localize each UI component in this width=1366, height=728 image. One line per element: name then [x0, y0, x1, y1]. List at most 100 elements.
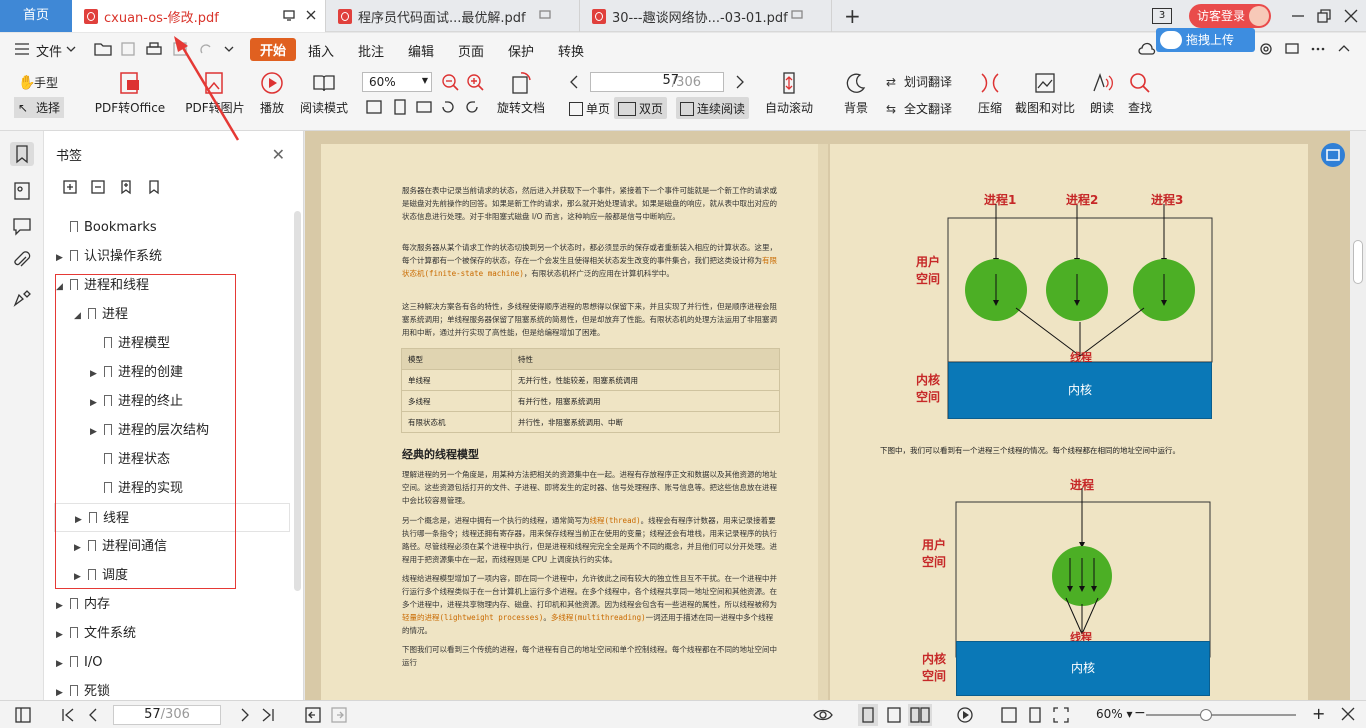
expand-arrow-icon[interactable]: ▶: [56, 592, 66, 621]
bookmark-item[interactable]: ▶ 文件系统: [44, 619, 136, 648]
menu-tab-page[interactable]: 页面: [458, 41, 484, 60]
more-chevron-icon[interactable]: [224, 45, 234, 53]
actual-size-icon[interactable]: [366, 99, 382, 115]
bookmark-panel-icon[interactable]: [10, 142, 34, 166]
play-button[interactable]: 播放: [254, 71, 290, 116]
expand-all-icon[interactable]: [62, 179, 78, 195]
home-tab[interactable]: 首页: [0, 0, 72, 32]
rotate-document-button[interactable]: 旋转文档: [496, 71, 546, 116]
compress-button[interactable]: 压缩: [975, 71, 1005, 116]
expand-arrow-icon[interactable]: ▶: [56, 621, 66, 650]
continuous-read-button[interactable]: 连续阅读: [676, 97, 750, 119]
menu-tab-protect[interactable]: 保护: [508, 41, 534, 60]
next-page-icon[interactable]: [734, 74, 746, 90]
zoom-select[interactable]: 60% ▼: [362, 72, 432, 92]
fullscreen-toggle-icon[interactable]: [1340, 706, 1356, 724]
menu-tab-start[interactable]: 开始: [250, 38, 297, 61]
full-screen-icon[interactable]: [1052, 706, 1070, 724]
document-view[interactable]: 服务器在表中记录当前请求的状态，然后进入并获取下一个事件，紧接着下一个事件可能就…: [305, 131, 1350, 700]
toggle-sidebar-icon[interactable]: [14, 706, 32, 724]
attachment-icon[interactable]: [10, 249, 34, 273]
page-number-input[interactable]: 57 /306: [590, 72, 724, 92]
scrollbar-thumb[interactable]: [1353, 240, 1363, 284]
thumbnail-icon[interactable]: [10, 179, 34, 203]
print-icon[interactable]: [145, 41, 163, 57]
doc-tab[interactable]: 30---趣谈网络协...-03-01.pdf: [580, 0, 832, 32]
zoom-slider-knob[interactable]: [1200, 709, 1212, 721]
bookmark-item[interactable]: ▶ I/O: [44, 648, 102, 677]
export-icon[interactable]: [172, 41, 188, 57]
visitor-login-button[interactable]: 访客登录: [1189, 4, 1271, 28]
select-tool[interactable]: ↖ 选择: [14, 97, 65, 118]
double-page-button[interactable]: 双页: [614, 97, 668, 119]
next-page-icon[interactable]: [238, 706, 252, 724]
eye-protection-icon[interactable]: [812, 704, 834, 726]
menu-tab-annotate[interactable]: 批注: [358, 41, 384, 60]
pin-icon[interactable]: [791, 9, 803, 21]
close-tab-icon[interactable]: [305, 9, 317, 21]
rotate-left-icon[interactable]: [440, 99, 456, 115]
hamburger-icon[interactable]: [14, 42, 30, 56]
fit-page-icon[interactable]: [1026, 706, 1044, 724]
pin-icon[interactable]: [283, 9, 295, 21]
pdf-to-office-button[interactable]: PDF转Office: [90, 71, 170, 116]
zoom-slider[interactable]: [1146, 709, 1296, 721]
back-icon[interactable]: [305, 706, 321, 724]
pdf-to-image-button[interactable]: PDF转图片: [183, 71, 247, 116]
background-button[interactable]: 背景: [838, 71, 874, 116]
fit-width-icon[interactable]: [416, 99, 432, 115]
minimize-icon[interactable]: [1290, 8, 1306, 24]
prev-page-icon[interactable]: [568, 74, 580, 90]
double-view-icon[interactable]: [908, 704, 932, 726]
bookmark-icon[interactable]: [146, 179, 162, 195]
close-panel-icon[interactable]: ✕: [272, 145, 285, 164]
redo-icon[interactable]: [198, 41, 214, 57]
screenshot-compare-button[interactable]: 截图和对比: [1013, 71, 1077, 116]
save-icon[interactable]: [120, 41, 136, 57]
read-aloud-button[interactable]: 朗读: [1088, 71, 1116, 116]
status-zoom[interactable]: 60% ▾: [1096, 707, 1133, 721]
new-tab-button[interactable]: +: [844, 4, 861, 28]
forward-icon[interactable]: [331, 706, 347, 724]
collapse-all-icon[interactable]: [90, 179, 106, 195]
close-window-icon[interactable]: [1343, 8, 1359, 24]
chevron-down-icon[interactable]: [66, 45, 76, 53]
bookmark-item[interactable]: Bookmarks: [44, 213, 157, 242]
zoom-in-icon[interactable]: +: [1312, 704, 1325, 723]
pin-icon[interactable]: [539, 9, 551, 21]
zoom-out-icon[interactable]: −: [1134, 705, 1146, 721]
menu-tab-convert[interactable]: 转换: [558, 41, 584, 60]
actual-size-icon[interactable]: [1000, 706, 1018, 724]
fit-page-icon[interactable]: [392, 99, 408, 115]
bookmark-scrollbar[interactable]: [294, 211, 301, 591]
zoom-out-icon[interactable]: [441, 73, 459, 91]
add-bookmark-icon[interactable]: [118, 179, 134, 195]
play-icon[interactable]: [956, 706, 974, 724]
single-page-button[interactable]: 单页: [565, 97, 614, 119]
open-folder-icon[interactable]: [94, 41, 112, 57]
full-translate-button[interactable]: ⇆ 全文翻译: [886, 100, 952, 117]
single-view-icon[interactable]: [886, 706, 902, 724]
vertical-scrollbar[interactable]: [1350, 131, 1366, 700]
doc-tab-active[interactable]: cxuan-os-修改.pdf: [72, 0, 326, 32]
last-page-icon[interactable]: [260, 706, 276, 724]
menu-tab-edit[interactable]: 编辑: [408, 41, 434, 60]
drag-upload-button[interactable]: 拖拽上传: [1156, 28, 1255, 52]
find-button[interactable]: 查找: [1126, 71, 1154, 116]
cloud-sync-icon[interactable]: [1138, 42, 1156, 56]
quick-tool-icon[interactable]: [1319, 141, 1347, 169]
rotate-right-icon[interactable]: [464, 99, 480, 115]
settings-icon[interactable]: [1258, 41, 1274, 57]
signature-icon[interactable]: [10, 286, 34, 310]
file-menu[interactable]: 文件: [36, 41, 62, 60]
bookmark-item[interactable]: ▶ 内存: [44, 590, 110, 619]
status-page-input[interactable]: 57/306: [113, 705, 221, 725]
expand-arrow-icon[interactable]: ▶: [56, 650, 66, 679]
word-translate-button[interactable]: ⇄ 划词翻译: [886, 73, 952, 90]
restore-icon[interactable]: [1316, 8, 1332, 24]
read-mode-button[interactable]: 阅读模式: [298, 71, 350, 116]
doc-tab[interactable]: 程序员代码面试...最优解.pdf: [326, 0, 580, 32]
menu-tab-insert[interactable]: 插入: [308, 41, 334, 60]
message-icon[interactable]: [1284, 41, 1300, 57]
more-icon[interactable]: [1310, 41, 1326, 57]
